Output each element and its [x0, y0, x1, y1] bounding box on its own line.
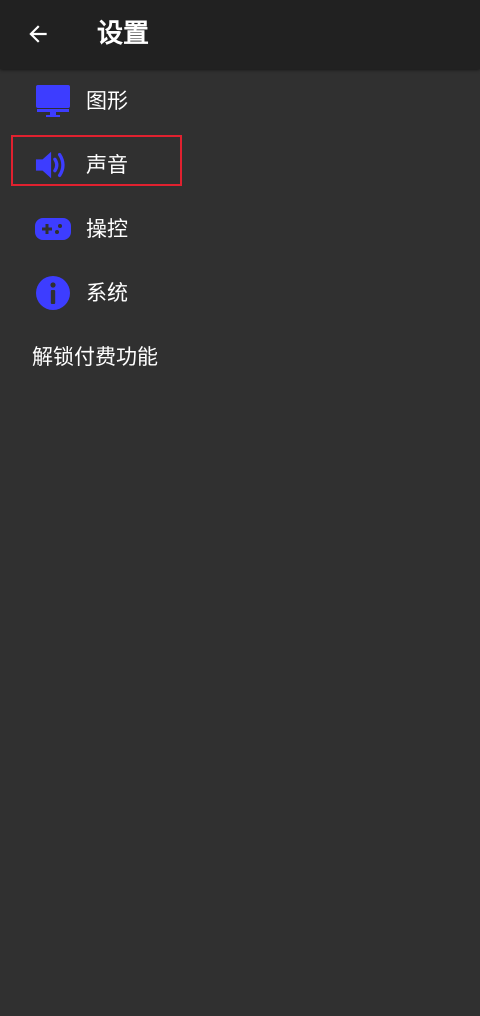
gamepad-icon — [35, 211, 71, 247]
settings-item-controls[interactable]: 操控 — [0, 197, 480, 261]
settings-item-label: 声音 — [86, 153, 128, 177]
settings-item-unlock-premium[interactable]: 解锁付费功能 — [0, 325, 480, 389]
settings-item-graphics[interactable]: 图形 — [0, 69, 480, 133]
settings-item-label: 操控 — [86, 217, 128, 241]
page-title: 设置 — [97, 19, 150, 49]
back-button[interactable] — [20, 16, 56, 52]
settings-item-label: 解锁付费功能 — [32, 345, 158, 369]
settings-item-label: 图形 — [86, 89, 128, 113]
app-bar: 设置 — [0, 0, 480, 69]
info-icon — [35, 275, 71, 311]
speaker-icon — [35, 147, 71, 183]
settings-item-sound[interactable]: 声音 — [0, 133, 480, 197]
monitor-icon — [35, 83, 71, 119]
arrow-left-icon — [29, 25, 47, 43]
settings-item-system[interactable]: 系统 — [0, 261, 480, 325]
settings-item-label: 系统 — [86, 281, 128, 305]
